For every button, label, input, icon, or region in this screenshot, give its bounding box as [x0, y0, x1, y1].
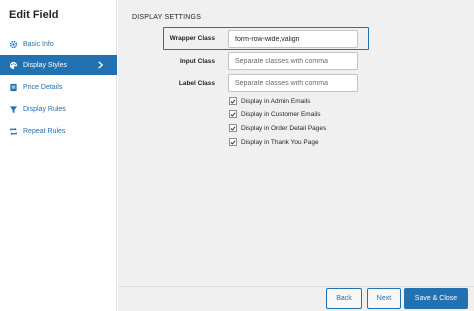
section-title: DISPLAY SETTINGS: [132, 14, 202, 21]
label-class-label: Label Class: [178, 80, 215, 87]
save-close-button[interactable]: Save & Close: [404, 288, 468, 309]
checkbox-customer-emails[interactable]: Display in Customer Emails: [229, 110, 320, 118]
wrapper-class-label: Wrapper Class: [169, 35, 215, 42]
sidebar: Edit Field Basic Info Display Styles Pri…: [0, 0, 117, 311]
next-button[interactable]: Next: [367, 288, 401, 309]
palette-icon: [9, 61, 18, 70]
sidebar-item-display-rules[interactable]: Display Rules: [0, 99, 117, 119]
checkbox[interactable]: [229, 110, 237, 118]
label-class-input[interactable]: [228, 74, 358, 92]
checkbox-label: Display in Thank You Page: [241, 138, 319, 146]
sidebar-item-label: Repeat Rules: [23, 127, 66, 135]
sidebar-item-repeat-rules[interactable]: Repeat Rules: [0, 121, 117, 141]
sidebar-item-label: Display Styles: [23, 61, 67, 69]
checkbox-thank-you-page[interactable]: Display in Thank You Page: [229, 138, 319, 146]
checkbox-label: Display in Admin Emails: [241, 97, 311, 105]
repeat-icon: [9, 127, 18, 136]
checkmark-icon: [230, 140, 236, 145]
checkbox-admin-emails[interactable]: Display in Admin Emails: [229, 97, 310, 105]
sidebar-item-label: Display Rules: [23, 105, 66, 113]
input-class-label: Input Class: [179, 58, 215, 65]
dialog-title: Edit Field: [9, 9, 59, 21]
wrapper-class-input[interactable]: [228, 30, 358, 48]
sidebar-item-price-details[interactable]: Price Details: [0, 77, 117, 97]
sidebar-item-basic-info[interactable]: Basic Info: [0, 34, 117, 54]
filter-icon: [9, 105, 18, 114]
checkbox-order-detail-pages[interactable]: Display in Order Detail Pages: [229, 124, 326, 132]
checkmark-icon: [230, 99, 236, 104]
display-settings-panel: DISPLAY SETTINGS Wrapper Class Input Cla…: [118, 0, 474, 286]
checkmark-icon: [230, 126, 236, 131]
sidebar-item-display-styles[interactable]: Display Styles: [0, 55, 117, 75]
back-button[interactable]: Back: [326, 288, 362, 309]
sidebar-item-label: Price Details: [23, 83, 63, 91]
sidebar-item-label: Basic Info: [23, 40, 54, 48]
checkbox-label: Display in Customer Emails: [241, 110, 321, 118]
chevron-right-icon: [96, 60, 105, 70]
tag-icon: [9, 83, 18, 92]
checkbox-label: Display in Order Detail Pages: [241, 124, 327, 132]
gear-icon: [9, 40, 18, 49]
checkbox[interactable]: [229, 97, 237, 105]
checkmark-icon: [230, 112, 236, 117]
checkbox[interactable]: [229, 124, 237, 132]
input-class-input[interactable]: [228, 52, 358, 70]
checkbox[interactable]: [229, 138, 237, 146]
